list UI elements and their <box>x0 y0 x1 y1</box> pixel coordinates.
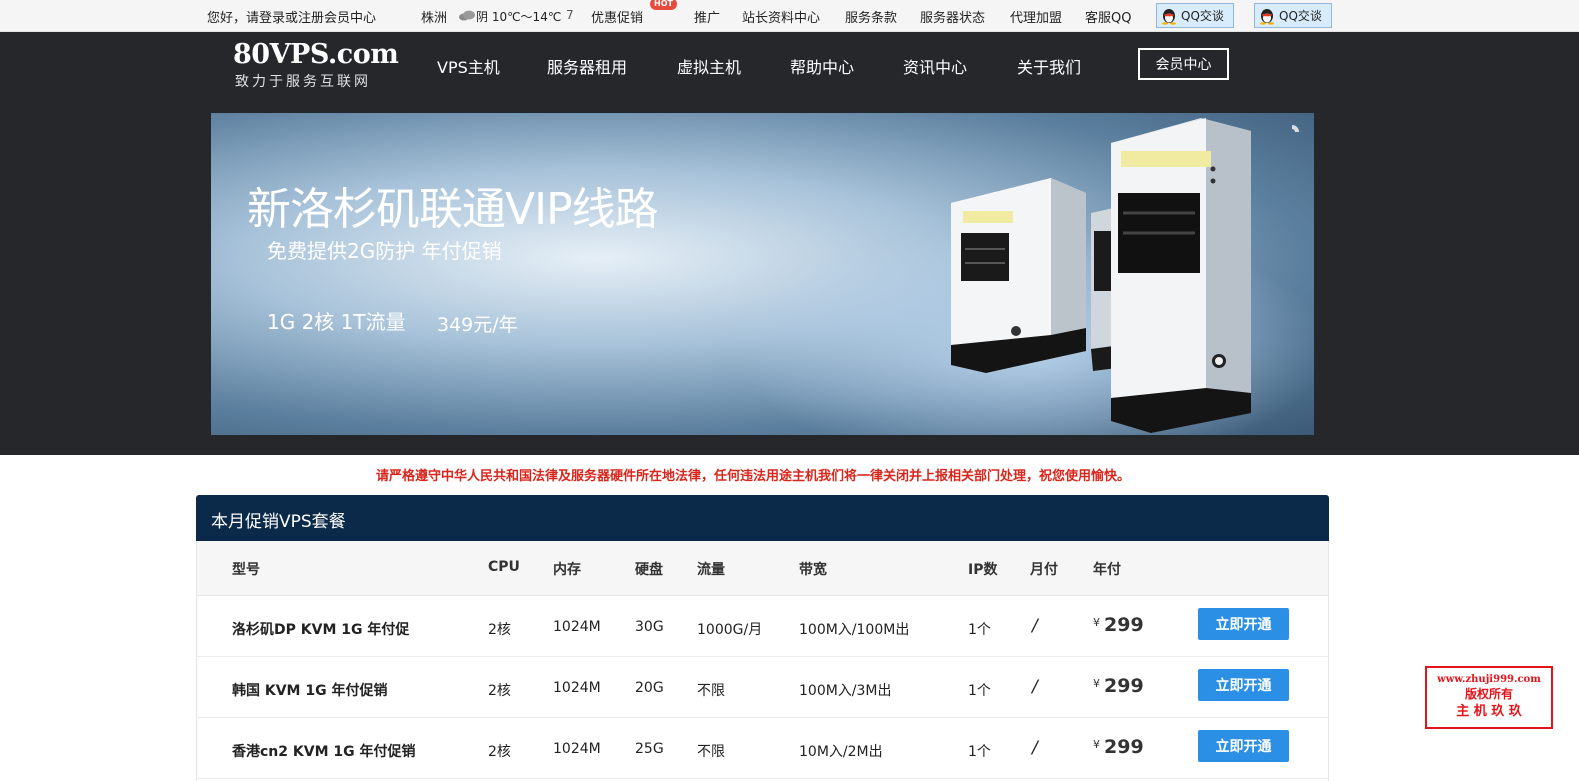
plan-bandwidth: 100M入/100M出 <box>799 622 910 638</box>
activate-button[interactable]: 立即开通 <box>1198 730 1289 762</box>
nav-help-center[interactable]: 帮助中心 <box>790 54 854 78</box>
plan-bandwidth: 10M入/2M出 <box>799 744 883 760</box>
banner-spec: 1G 2核 1T流量 <box>267 310 406 334</box>
cloudy-weather-icon <box>459 10 475 21</box>
plan-cpu: 2核 <box>488 622 511 638</box>
plan-ip: 1个 <box>968 744 991 760</box>
site-header: 80VPS.com 致力于服务互联网 VPS主机 服务器租用 虚拟主机 帮助中心… <box>0 32 1579 455</box>
qq-chat-label: QQ交谈 <box>1279 9 1322 23</box>
col-cpu: CPU <box>488 559 520 575</box>
banner-subtitle: 免费提供2G防护 年付促销 <box>267 239 502 263</box>
banner-price: 349元/年 <box>437 314 518 336</box>
qq-chat-label: QQ交谈 <box>1181 9 1224 23</box>
plan-cpu: 2核 <box>488 744 511 760</box>
plan-traffic: 不限 <box>697 683 725 699</box>
activate-button[interactable]: 立即开通 <box>1198 608 1289 640</box>
nav-virtual-host[interactable]: 虚拟主机 <box>677 54 741 78</box>
site-slogan: 致力于服务互联网 <box>235 74 371 90</box>
loading-icon <box>1292 125 1299 132</box>
hot-badge: HOT <box>650 0 677 10</box>
promo-panel-header: 本月促销VPS套餐 <box>196 495 1329 541</box>
qq-chat-button[interactable]: QQ交谈 <box>1156 3 1234 28</box>
plan-disk: 25G <box>635 741 664 757</box>
activate-button[interactable]: 立即开通 <box>1198 669 1289 701</box>
copyright-watermark-stamp: www.zhuji999.com 版权所有 主 机 玖 玖 <box>1425 666 1553 729</box>
qq-chat-button[interactable]: QQ交谈 <box>1254 3 1332 28</box>
col-monthly: 月付 <box>1030 562 1058 578</box>
plan-name: 香港cn2 KVM 1G 年付促销 <box>232 744 416 760</box>
vps-plan-table: 型号 CPU 内存 硬盘 流量 带宽 IP数 月付 年付 洛杉矶DP KVM 1… <box>196 541 1329 781</box>
member-center-button[interactable]: 会员中心 <box>1138 48 1229 80</box>
plan-monthly: / <box>1032 738 1038 758</box>
table-row: 洛杉矶DP KVM 1G 年付促 2核 1024M 30G 1000G/月 10… <box>197 596 1328 657</box>
watermark-url: www.zhuji999.com <box>1437 674 1541 685</box>
plan-ip: 1个 <box>968 683 991 699</box>
plan-ram: 1024M <box>553 680 601 696</box>
currency-symbol: ¥ <box>1093 677 1100 690</box>
nav-vps[interactable]: VPS主机 <box>437 54 500 78</box>
table-row: 香港cn2 KVM 1G 年付促销 2核 1024M 25G 不限 10M入/2… <box>197 718 1328 779</box>
promo-banner[interactable]: 新洛杉矶联通VIP线路 免费提供2G防护 年付促销 1G 2核 1T流量 349… <box>211 113 1314 435</box>
server-status-link[interactable]: 服务器状态 <box>920 7 985 26</box>
yearly-amount: 299 <box>1104 675 1144 697</box>
terms-link[interactable]: 服务条款 <box>845 7 897 26</box>
nav-about-us[interactable]: 关于我们 <box>1017 54 1081 78</box>
plan-monthly: / <box>1032 677 1038 697</box>
col-disk: 硬盘 <box>635 562 663 578</box>
qq-penguin-icon <box>1162 8 1176 25</box>
plan-disk: 20G <box>635 680 664 696</box>
plan-ip: 1个 <box>968 622 991 638</box>
promo-panel-title: 本月促销VPS套餐 <box>211 512 346 532</box>
col-yearly: 年付 <box>1093 562 1121 578</box>
legal-notice: 请严格遵守中华人民共和国法律及服务器硬件所在地法律，任何违法用途主机我们将一律关… <box>375 469 1130 484</box>
webmaster-resources-link[interactable]: 站长资料中心 <box>742 7 820 26</box>
plan-monthly: / <box>1032 616 1038 636</box>
plan-ram: 1024M <box>553 619 601 635</box>
qq-penguin-icon <box>1260 8 1274 25</box>
plan-traffic: 不限 <box>697 744 725 760</box>
plan-yearly-price: ¥299 <box>1093 675 1144 697</box>
affiliate-link[interactable]: 推广 <box>694 7 720 26</box>
weather-text: 阴 10℃～14℃ <box>476 10 562 24</box>
nav-server-rental[interactable]: 服务器租用 <box>547 54 627 78</box>
table-header: 型号 CPU 内存 硬盘 流量 带宽 IP数 月付 年付 <box>197 541 1328 596</box>
table-row: 韩国 KVM 1G 年付促销 2核 1024M 20G 不限 100M入/3M出… <box>197 657 1328 718</box>
plan-disk: 30G <box>635 619 664 635</box>
col-model: 型号 <box>232 562 260 578</box>
plan-bandwidth: 100M入/3M出 <box>799 683 892 699</box>
plan-ram: 1024M <box>553 741 601 757</box>
city-label: 株洲 <box>421 11 448 26</box>
currency-symbol: ¥ <box>1093 616 1100 629</box>
site-logo[interactable]: 80VPS.com <box>233 39 399 70</box>
col-bandwidth: 带宽 <box>799 562 827 578</box>
col-ram: 内存 <box>553 562 581 578</box>
server-tower-illustration <box>951 118 1299 433</box>
login-greeting-link[interactable]: 您好，请登录或注册会员中心 <box>207 7 376 26</box>
watermark-brand: 主 机 玖 玖 <box>1456 704 1522 719</box>
top-bar: 您好，请登录或注册会员中心 株洲 阴 10℃～14℃ 7 优惠促销 HOT 推广… <box>0 0 1579 32</box>
yearly-amount: 299 <box>1104 614 1144 636</box>
agent-join-link[interactable]: 代理加盟 <box>1010 7 1062 26</box>
plan-cpu: 2核 <box>488 683 511 699</box>
col-traffic: 流量 <box>697 562 725 578</box>
watermark-rights: 版权所有 <box>1464 687 1513 701</box>
plan-name: 洛杉矶DP KVM 1G 年付促 <box>232 622 410 638</box>
col-ip: IP数 <box>968 562 998 578</box>
plan-traffic: 1000G/月 <box>697 622 763 638</box>
weather-extra: 7 <box>566 8 574 22</box>
yearly-amount: 299 <box>1104 736 1144 758</box>
plan-yearly-price: ¥299 <box>1093 736 1144 758</box>
support-qq-label: 客服QQ <box>1085 11 1132 26</box>
promo-link[interactable]: 优惠促销 <box>591 7 643 26</box>
banner-title: 新洛杉矶联通VIP线路 <box>247 184 659 235</box>
currency-symbol: ¥ <box>1093 738 1100 751</box>
plan-name: 韩国 KVM 1G 年付促销 <box>232 683 388 699</box>
nav-news-center[interactable]: 资讯中心 <box>903 54 967 78</box>
plan-yearly-price: ¥299 <box>1093 614 1144 636</box>
